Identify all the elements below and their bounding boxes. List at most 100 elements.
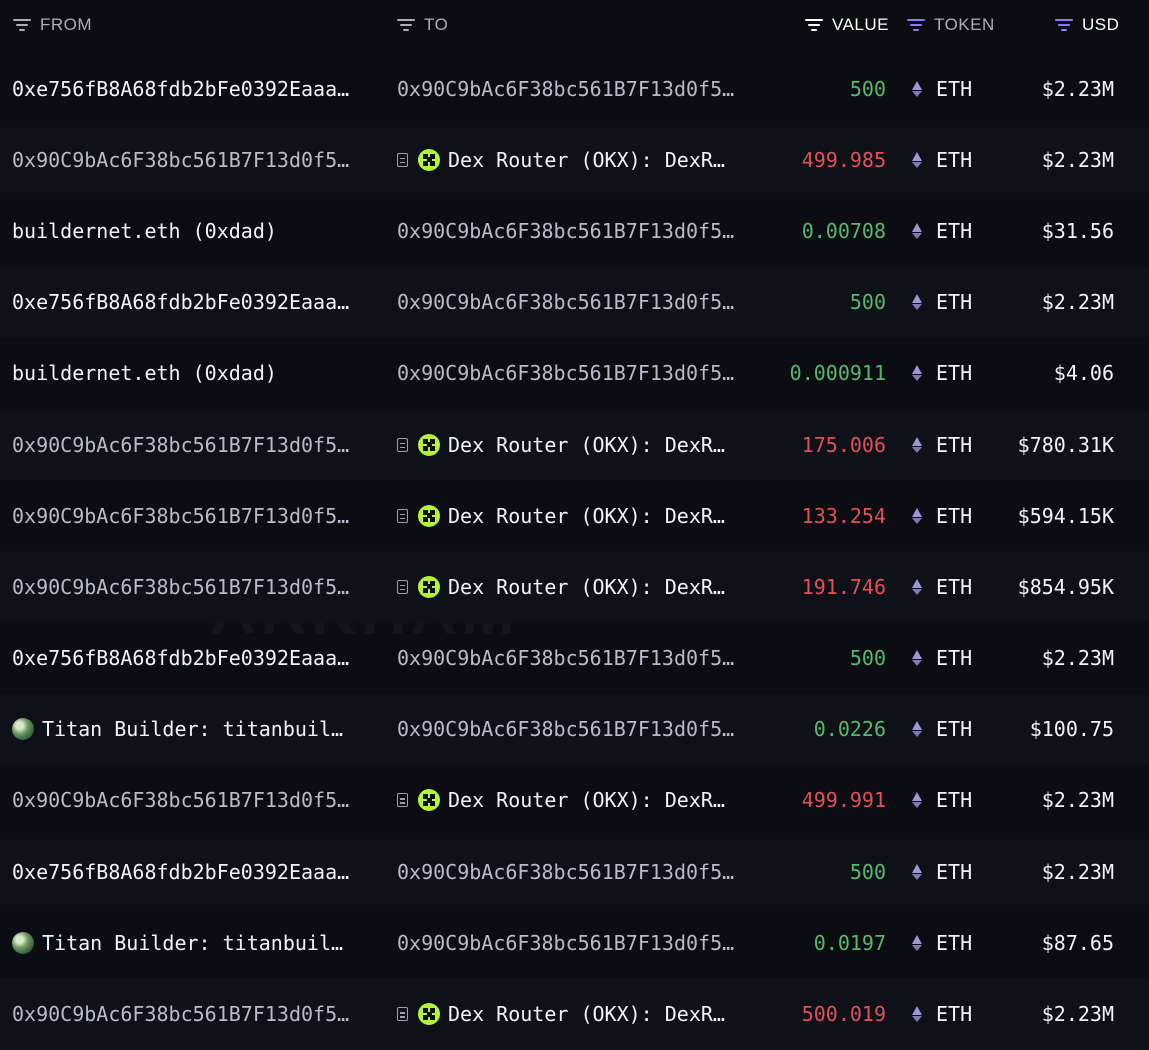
to-address[interactable]: Dex Router (OKX): DexR… [448,1002,725,1026]
to-cell[interactable]: Dex Router (OKX): DexR… [397,551,767,622]
from-cell[interactable]: 0xe756fB8A68fdb2bFe0392Eaaa… [12,836,380,907]
to-address[interactable]: 0x90C9bAc6F38bc561B7F13d0f5… [397,361,734,385]
filter-icon[interactable] [12,18,32,32]
from-cell[interactable]: 0xe756fB8A68fdb2bFe0392Eaaa… [12,53,380,124]
to-cell[interactable]: 0x90C9bAc6F38bc561B7F13d0f5… [397,836,767,907]
to-address[interactable]: Dex Router (OKX): DexR… [448,433,725,457]
token-cell[interactable]: ETH [912,53,1002,124]
value-column-header[interactable]: VALUE [804,14,889,36]
table-row[interactable]: 0xe756fB8A68fdb2bFe0392Eaaa… 0x90C9bAc6F3… [0,53,1149,124]
to-address[interactable]: 0x90C9bAc6F38bc561B7F13d0f5… [397,646,734,670]
token-cell[interactable]: ETH [912,195,1002,266]
value-cell: 0.00708 [768,195,886,266]
from-address[interactable]: 0x90C9bAc6F38bc561B7F13d0f5… [12,148,349,172]
to-address[interactable]: 0x90C9bAc6F38bc561B7F13d0f5… [397,931,734,955]
to-cell[interactable]: 0x90C9bAc6F38bc561B7F13d0f5… [397,338,767,409]
filter-active-icon[interactable] [906,18,926,32]
from-address[interactable]: Titan Builder: titanbuil… [42,717,343,741]
to-cell[interactable]: Dex Router (OKX): DexR… [397,409,767,480]
from-address[interactable]: 0x90C9bAc6F38bc561B7F13d0f5… [12,504,349,528]
from-cell[interactable]: 0xe756fB8A68fdb2bFe0392Eaaa… [12,267,380,338]
token-cell[interactable]: ETH [912,694,1002,765]
to-column-header[interactable]: TO [396,14,448,36]
to-cell[interactable]: 0x90C9bAc6F38bc561B7F13d0f5… [397,907,767,978]
table-row[interactable]: 0xe756fB8A68fdb2bFe0392Eaaa… 0x90C9bAc6F3… [0,623,1149,694]
token-cell[interactable]: ETH [912,907,1002,978]
table-row[interactable]: 0x90C9bAc6F38bc561B7F13d0f5… Dex Router (… [0,124,1149,196]
table-row[interactable]: 0xe756fB8A68fdb2bFe0392Eaaa… 0x90C9bAc6F3… [0,836,1149,908]
token-cell[interactable]: ETH [912,765,1002,836]
to-address[interactable]: Dex Router (OKX): DexR… [448,504,725,528]
token-cell[interactable]: ETH [912,124,1002,195]
contract-icon [397,1007,408,1022]
from-cell[interactable]: 0x90C9bAc6F38bc561B7F13d0f5… [12,409,380,480]
to-address[interactable]: Dex Router (OKX): DexR… [448,788,725,812]
from-cell[interactable]: buildernet.eth (0xdad) [12,195,380,266]
transfer-value: 500 [849,859,886,884]
token-cell[interactable]: ETH [912,409,1002,480]
table-row[interactable]: 0x90C9bAc6F38bc561B7F13d0f5… Dex Router (… [0,480,1149,551]
token-cell[interactable]: ETH [912,267,1002,338]
token-cell[interactable]: ETH [912,623,1002,694]
from-address[interactable]: Titan Builder: titanbuil… [42,931,343,955]
to-address[interactable]: 0x90C9bAc6F38bc561B7F13d0f5… [397,860,734,884]
token-cell[interactable]: ETH [912,836,1002,907]
from-address[interactable]: 0xe756fB8A68fdb2bFe0392Eaaa… [12,646,349,670]
from-address[interactable]: 0x90C9bAc6F38bc561B7F13d0f5… [12,788,349,812]
from-address[interactable]: 0xe756fB8A68fdb2bFe0392Eaaa… [12,290,349,314]
from-column-header[interactable]: FROM [12,14,92,36]
from-cell[interactable]: buildernet.eth (0xdad) [12,338,380,409]
from-address[interactable]: buildernet.eth (0xdad) [12,219,277,243]
from-cell[interactable]: 0x90C9bAc6F38bc561B7F13d0f5… [12,765,380,836]
from-address[interactable]: 0xe756fB8A68fdb2bFe0392Eaaa… [12,860,349,884]
from-address[interactable]: buildernet.eth (0xdad) [12,361,277,385]
table-row[interactable]: 0x90C9bAc6F38bc561B7F13d0f5… Dex Router (… [0,551,1149,623]
to-cell[interactable]: 0x90C9bAc6F38bc561B7F13d0f5… [397,195,767,266]
to-address[interactable]: 0x90C9bAc6F38bc561B7F13d0f5… [397,290,734,314]
table-row[interactable]: buildernet.eth (0xdad) 0x90C9bAc6F38bc561… [0,195,1149,266]
to-cell[interactable]: 0x90C9bAc6F38bc561B7F13d0f5… [397,267,767,338]
table-row[interactable]: Titan Builder: titanbuil… 0x90C9bAc6F38bc… [0,907,1149,978]
table-row[interactable]: Titan Builder: titanbuil… 0x90C9bAc6F38bc… [0,693,1149,765]
sort-icon[interactable] [804,18,824,32]
to-cell[interactable]: 0x90C9bAc6F38bc561B7F13d0f5… [397,53,767,124]
token-cell[interactable]: ETH [912,480,1002,551]
token-cell[interactable]: ETH [912,551,1002,622]
token-cell[interactable]: ETH [912,978,1002,1049]
token-column-header[interactable]: TOKEN [906,14,995,36]
to-address[interactable]: 0x90C9bAc6F38bc561B7F13d0f5… [397,77,734,101]
from-cell[interactable]: 0x90C9bAc6F38bc561B7F13d0f5… [12,480,380,551]
filter-icon[interactable] [396,18,416,32]
token-cell[interactable]: ETH [912,338,1002,409]
to-address[interactable]: Dex Router (OKX): DexR… [448,148,725,172]
to-cell[interactable]: Dex Router (OKX): DexR… [397,480,767,551]
filter-active-icon[interactable] [1054,18,1074,32]
to-address[interactable]: 0x90C9bAc6F38bc561B7F13d0f5… [397,717,734,741]
from-cell[interactable]: Titan Builder: titanbuil… [12,907,380,978]
to-address[interactable]: Dex Router (OKX): DexR… [448,575,725,599]
value-cell: 500.019 [768,978,886,1049]
table-row[interactable]: 0x90C9bAc6F38bc561B7F13d0f5… Dex Router (… [0,978,1149,1050]
to-cell[interactable]: 0x90C9bAc6F38bc561B7F13d0f5… [397,623,767,694]
from-address[interactable]: 0xe756fB8A68fdb2bFe0392Eaaa… [12,77,349,101]
table-row[interactable]: buildernet.eth (0xdad) 0x90C9bAc6F38bc561… [0,338,1149,409]
table-row[interactable]: 0xe756fB8A68fdb2bFe0392Eaaa… 0x90C9bAc6F3… [0,266,1149,338]
to-cell[interactable]: Dex Router (OKX): DexR… [397,978,767,1049]
from-cell[interactable]: 0x90C9bAc6F38bc561B7F13d0f5… [12,978,380,1049]
to-cell[interactable]: Dex Router (OKX): DexR… [397,124,767,195]
usd-value: $2.23M [1041,76,1114,101]
from-address[interactable]: 0x90C9bAc6F38bc561B7F13d0f5… [12,1002,349,1026]
usd-column-header[interactable]: USD [1054,14,1119,36]
from-cell[interactable]: Titan Builder: titanbuil… [12,694,380,765]
from-address[interactable]: 0x90C9bAc6F38bc561B7F13d0f5… [12,575,349,599]
to-address[interactable]: 0x90C9bAc6F38bc561B7F13d0f5… [397,219,734,243]
from-cell[interactable]: 0xe756fB8A68fdb2bFe0392Eaaa… [12,623,380,694]
from-address[interactable]: 0x90C9bAc6F38bc561B7F13d0f5… [12,433,349,457]
from-cell[interactable]: 0x90C9bAc6F38bc561B7F13d0f5… [12,124,380,195]
okx-logo-icon [418,575,440,598]
to-cell[interactable]: Dex Router (OKX): DexR… [397,765,767,836]
table-row[interactable]: 0x90C9bAc6F38bc561B7F13d0f5… Dex Router (… [0,765,1149,836]
from-cell[interactable]: 0x90C9bAc6F38bc561B7F13d0f5… [12,551,380,622]
to-cell[interactable]: 0x90C9bAc6F38bc561B7F13d0f5… [397,694,767,765]
table-row[interactable]: 0x90C9bAc6F38bc561B7F13d0f5… Dex Router (… [0,408,1149,481]
